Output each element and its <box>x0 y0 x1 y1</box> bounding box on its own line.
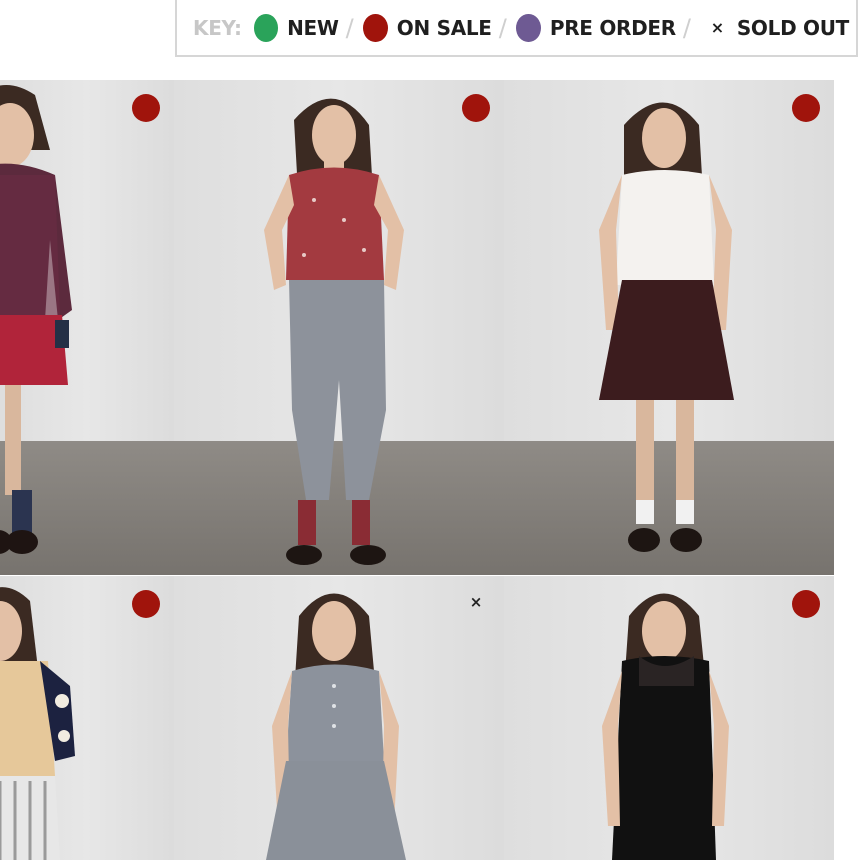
key-separator: / <box>345 13 354 42</box>
on-sale-status-icon <box>132 94 160 122</box>
key-new-label: NEW <box>287 15 339 40</box>
product-image <box>264 98 404 565</box>
key-on-sale-label: ON SALE <box>396 15 492 40</box>
on-sale-status-icon <box>462 94 490 122</box>
key-separator: / <box>498 13 507 42</box>
product-tile[interactable]: × <box>174 576 504 860</box>
on-sale-status-icon <box>132 590 160 618</box>
sold-out-status-icon: × <box>710 18 724 37</box>
product-tile[interactable] <box>0 80 174 575</box>
product-image <box>266 593 406 860</box>
product-tile[interactable] <box>174 80 504 575</box>
key-sold-out-label: SOLD OUT <box>736 15 850 40</box>
product-image <box>0 587 75 860</box>
key-label: KEY: <box>193 15 242 40</box>
product-grid: × <box>0 0 860 860</box>
status-key-legend: KEY: NEW / ON SALE / PRE ORDER / × SOLD … <box>175 0 858 57</box>
sold-out-status-icon: × <box>469 593 483 611</box>
product-image <box>599 102 734 552</box>
on-sale-status-icon <box>792 94 820 122</box>
product-tile[interactable] <box>504 576 834 860</box>
product-image <box>602 593 729 860</box>
on-sale-status-icon <box>792 590 820 618</box>
product-tile[interactable] <box>0 576 174 860</box>
key-pre-order-label: PRE ORDER <box>549 15 676 40</box>
pre-order-status-icon <box>516 13 541 42</box>
product-image <box>0 85 72 554</box>
key-separator: / <box>682 13 691 42</box>
on-sale-status-icon <box>363 13 388 42</box>
new-status-icon <box>253 13 279 42</box>
product-tile[interactable] <box>504 80 834 575</box>
